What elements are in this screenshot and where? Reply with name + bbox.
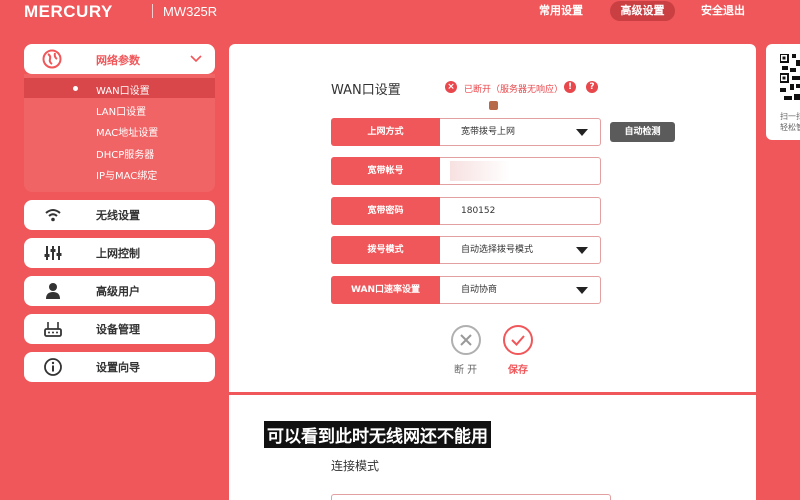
submenu-ip-mac[interactable]: IP与MAC绑定 [96,167,157,182]
info-icon [44,358,62,376]
sidebar-item-setup-wizard[interactable]: 设置向导 [24,352,215,382]
check-icon [511,335,525,346]
dropdown-arrow-icon [576,129,588,136]
nav-advanced-settings[interactable]: 高级设置 [610,1,675,21]
submenu-mac[interactable]: MAC地址设置 [96,124,158,139]
page-title: WAN口设置 [331,83,401,98]
broadband-account-input[interactable] [440,157,601,185]
sidebar-item-network[interactable]: 网络参数 [24,44,215,74]
model-name: MW325R [163,4,218,19]
internet-type-select[interactable]: 宽带拨号上网 [440,118,601,146]
sidebar-item-label: 高级用户 [96,285,140,298]
router-icon [44,322,62,337]
broadband-password-input[interactable]: 180152 [440,197,601,225]
wan-speed-select[interactable]: 自动协商 [440,276,601,304]
sidebar-item-advanced-users[interactable]: 高级用户 [24,276,215,306]
user-icon [46,283,60,299]
sidebar-item-label: 无线设置 [96,209,140,222]
save-label: 保存 [508,365,528,376]
label-dial-mode: 拨号模式 [331,236,440,264]
wan-speed-value: 自动协商 [461,285,498,295]
broadband-password-value: 180152 [461,206,496,216]
sidebar-item-wireless[interactable]: 无线设置 [24,200,215,230]
label-internet-type: 上网方式 [331,118,440,146]
label-broadband-account: 宽带帐号 [331,157,440,185]
disconnect-button[interactable] [451,325,481,355]
nav-logout[interactable]: 安全退出 [694,1,752,21]
label-broadband-password: 宽带密码 [331,197,440,225]
status-error-icon: × [445,81,457,93]
nav-common-settings[interactable]: 常用设置 [532,1,590,21]
qr-card: 扫一扫 轻松管 [766,44,800,140]
label-wan-speed: WAN口速率设置 [331,276,440,304]
internet-type-value: 宽带拨号上网 [461,127,516,137]
active-dot [73,86,78,91]
help-icon[interactable]: ? [586,81,598,93]
sidebar-item-label: 上网控制 [96,247,140,260]
qr-caption: 扫一扫 轻松管 [780,112,800,132]
sidebar-item-access-control[interactable]: 上网控制 [24,238,215,268]
sidebar-item-label: 网络参数 [96,54,140,67]
logo-divider [152,4,153,18]
sidebar-item-label: 设备管理 [96,323,140,336]
dropdown-arrow-icon [576,247,588,254]
connection-mode-field[interactable] [331,494,611,500]
sliders-icon [44,246,62,260]
video-caption: 可以看到此时无线网还不能用 [264,421,491,448]
submenu-lan[interactable]: LAN口设置 [96,103,146,118]
sidebar-item-device-management[interactable]: 设备管理 [24,314,215,344]
dropdown-arrow-icon [576,287,588,294]
blurred-account [450,161,510,181]
dial-mode-select[interactable]: 自动选择拨号模式 [440,236,601,264]
top-header: MERCURY MW325R 常用设置 高级设置 安全退出 [0,0,800,24]
close-icon [460,334,472,346]
cursor-marker-icon [489,101,498,110]
chevron-down-icon[interactable] [190,55,202,63]
connection-status: 已断开（服务器无响应） [464,85,564,95]
globe-icon [42,49,62,69]
save-button[interactable] [503,325,533,355]
submenu-dhcp[interactable]: DHCP服务器 [96,146,154,161]
section-title-connection-mode: 连接模式 [331,459,380,473]
dial-mode-value: 自动选择拨号模式 [461,245,534,255]
qr-code-icon [780,54,800,100]
sidebar-item-label: 设置向导 [96,361,140,374]
brand-logo: MERCURY [24,2,113,21]
disconnect-label: 断 开 [454,365,478,376]
warning-icon[interactable]: ! [564,81,576,93]
auto-detect-button[interactable]: 自动检测 [610,122,675,142]
wifi-icon [45,209,61,222]
submenu-wan[interactable]: WAN口设置 [96,82,150,97]
